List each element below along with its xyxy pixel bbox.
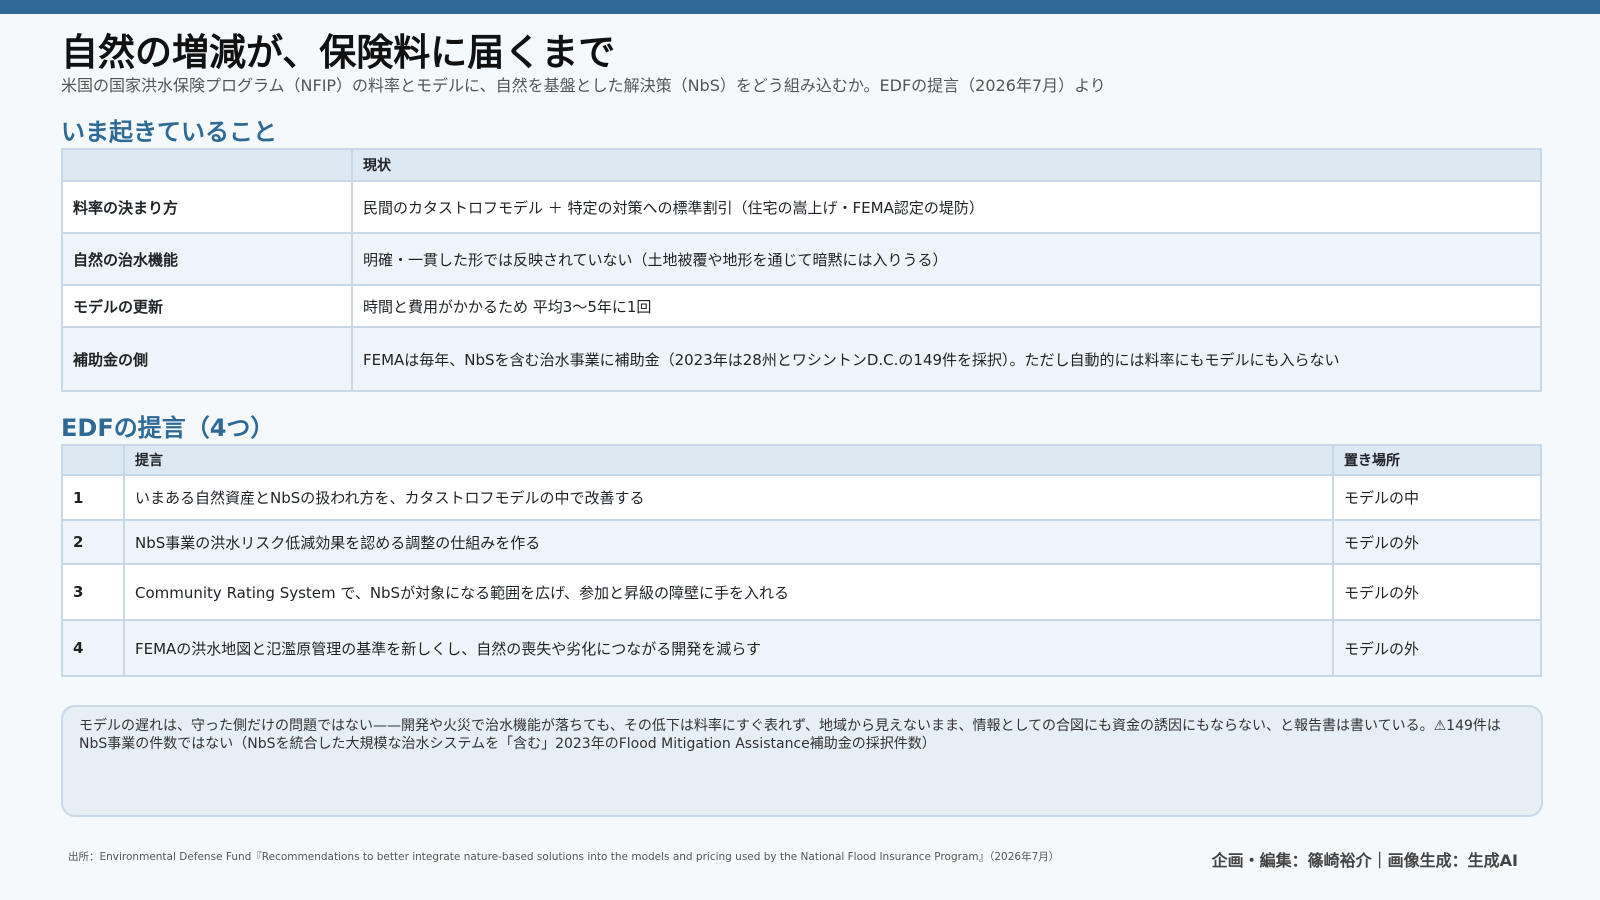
status-table: 現状 料率の決まり方 民間のカタストロフモデル ＋ 特定の対策への標準割引（住宅… [61,148,1542,392]
section-heading-status: いま起きていること [61,118,277,146]
proposal-place: モデルの外 [1332,619,1542,677]
credit-line: 企画・編集：篠崎裕介｜画像生成：生成AI [1211,851,1518,870]
table-header-row: 提言 置き場所 [61,444,1542,476]
top-accent-bar [0,0,1600,14]
proposal-number: 2 [61,519,125,565]
proposal-number: 1 [61,474,125,521]
proposal-place: モデルの中 [1332,474,1542,521]
row-label: 自然の治水機能 [61,232,353,286]
source-citation: 出所：Environmental Defense Fund『Recommenda… [68,851,1060,863]
table-row: 自然の治水機能 明確・一貫した形では反映されていない（土地被覆や地形を通じて暗黙… [61,232,1542,286]
note-box: モデルの遅れは、守った側だけの問題ではない——開発や火災で治水機能が落ちても、そ… [61,705,1543,817]
proposal-text: NbS事業の洪水リスク低減効果を認める調整の仕組みを作る [123,519,1334,565]
header-status-cell: 現状 [351,148,1542,182]
row-value: 民間のカタストロフモデル ＋ 特定の対策への標準割引（住宅の嵩上げ・FEMA認定… [351,180,1542,234]
proposal-text: Community Rating System で、NbSが対象になる範囲を広げ… [123,563,1334,621]
row-label: 補助金の側 [61,326,353,392]
header-blank-cell [61,148,353,182]
proposal-place: モデルの外 [1332,519,1542,565]
table-row: 1 いまある自然資産とNbSの扱われ方を、カタストロフモデルの中で改善する モデ… [61,474,1542,521]
proposal-text: いまある自然資産とNbSの扱われ方を、カタストロフモデルの中で改善する [123,474,1334,521]
page-subtitle: 米国の国家洪水保険プログラム（NFIP）の料率とモデルに、自然を基盤とした解決策… [61,76,1106,95]
row-value: FEMAは毎年、NbSを含む治水事業に補助金（2023年は28州とワシントンD.… [351,326,1542,392]
table-row: 補助金の側 FEMAは毎年、NbSを含む治水事業に補助金（2023年は28州とワ… [61,326,1542,392]
row-label: 料率の決まり方 [61,180,353,234]
proposal-place: モデルの外 [1332,563,1542,621]
header-proposal-cell: 提言 [123,444,1334,476]
row-label: モデルの更新 [61,284,353,328]
table-row: 4 FEMAの洪水地図と氾濫原管理の基準を新しくし、自然の喪失や劣化につながる開… [61,619,1542,677]
section-heading-proposals: EDFの提言（4つ） [61,414,275,442]
row-value: 明確・一貫した形では反映されていない（土地被覆や地形を通じて暗黙には入りうる） [351,232,1542,286]
header-num-cell [61,444,125,476]
table-row: モデルの更新 時間と費用がかかるため 平均3〜5年に1回 [61,284,1542,328]
proposal-number: 3 [61,563,125,621]
page-title: 自然の増減が、保険料に届くまで [61,31,616,74]
table-header-row: 現状 [61,148,1542,182]
table-row: 2 NbS事業の洪水リスク低減効果を認める調整の仕組みを作る モデルの外 [61,519,1542,565]
proposal-number: 4 [61,619,125,677]
proposal-text: FEMAの洪水地図と氾濫原管理の基準を新しくし、自然の喪失や劣化につながる開発を… [123,619,1334,677]
header-place-cell: 置き場所 [1332,444,1542,476]
table-row: 料率の決まり方 民間のカタストロフモデル ＋ 特定の対策への標準割引（住宅の嵩上… [61,180,1542,234]
proposals-table: 提言 置き場所 1 いまある自然資産とNbSの扱われ方を、カタストロフモデルの中… [61,444,1542,677]
row-value: 時間と費用がかかるため 平均3〜5年に1回 [351,284,1542,328]
table-row: 3 Community Rating System で、NbSが対象になる範囲を… [61,563,1542,621]
